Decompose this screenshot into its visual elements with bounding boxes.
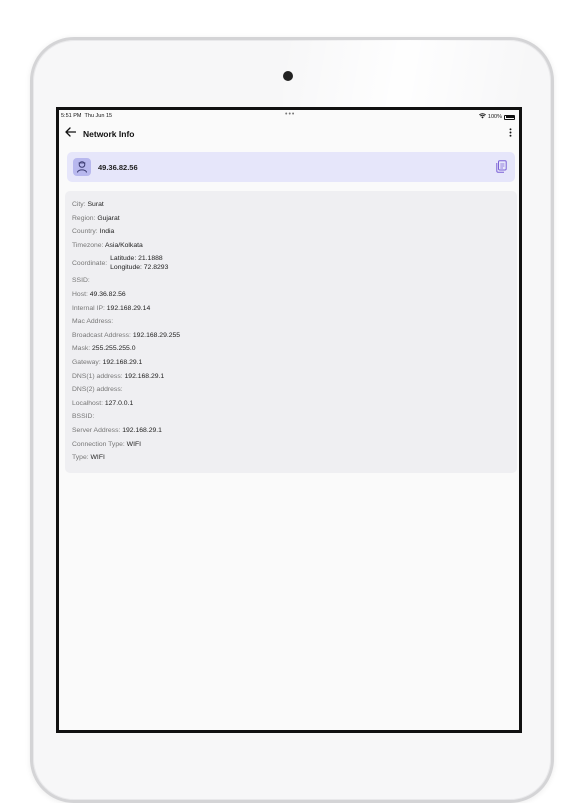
app-bar: Network Info	[59, 124, 519, 144]
battery-icon	[504, 114, 515, 120]
coordinate-values: Latitude: 21.1888 Longitude: 72.8293	[110, 254, 169, 272]
info-row-type: Type: WIFI	[72, 454, 105, 462]
page-title: Network Info	[83, 129, 135, 139]
info-row-timezone: Timezone: Asia/Kolkata	[72, 241, 143, 249]
status-bar: 5:51 PM Thu Jun 15 ••• 100%	[59, 110, 519, 124]
info-row-server: Server Address: 192.168.29.1	[72, 426, 162, 434]
info-row-bssid: BSSID:	[72, 413, 95, 421]
info-row-mac: Mac Address:	[72, 318, 114, 326]
screen: 5:51 PM Thu Jun 15 ••• 100% Network Info…	[56, 107, 522, 733]
info-row-dns1: DNS(1) address: 192.168.29.1	[72, 372, 165, 380]
ip-person-icon	[73, 158, 91, 176]
info-row-localhost: Localhost: 127.0.0.1	[72, 399, 134, 407]
battery-percent: 100%	[487, 114, 502, 120]
info-row-mask: Mask: 255.255.255.0	[72, 345, 136, 353]
more-vertical-icon[interactable]	[509, 128, 512, 140]
public-ip: 49.36.82.56	[98, 163, 138, 172]
info-row-connection-type: Connection Type: WIFI	[72, 440, 142, 448]
info-row-host: Host: 49.36.82.56	[72, 290, 126, 298]
info-row-internal-ip: Internal IP: 192.168.29.14	[72, 304, 151, 312]
info-row-broadcast: Broadcast Address: 192.168.29.255	[72, 331, 181, 339]
info-row-ssid: SSID:	[72, 277, 90, 285]
network-info-card: City: Surat Region: Gujarat Country: Ind…	[65, 191, 517, 473]
status-time: 5:51 PM Thu Jun 15	[61, 113, 113, 119]
info-row-region: Region: Gujarat	[72, 214, 120, 222]
ip-card: 49.36.82.56	[67, 152, 515, 182]
info-row-country: Country: India	[72, 228, 115, 236]
status-right: 100%	[478, 113, 515, 121]
info-row-dns2: DNS(2) address:	[72, 386, 123, 394]
info-row-coordinate: Coordinate: Latitude: 21.1888 Longitude:…	[72, 254, 169, 272]
wifi-icon	[478, 113, 486, 121]
info-row-city: City: Surat	[72, 201, 104, 208]
copy-icon[interactable]	[496, 160, 507, 178]
camera-icon	[283, 71, 293, 81]
info-row-gateway: Gateway: 192.168.29.1	[72, 358, 143, 366]
info-list: City: Surat Region: Gujarat Country: Ind…	[72, 198, 510, 465]
arrow-left-icon[interactable]	[65, 127, 77, 139]
multitask-dots-icon[interactable]: •••	[285, 111, 295, 118]
